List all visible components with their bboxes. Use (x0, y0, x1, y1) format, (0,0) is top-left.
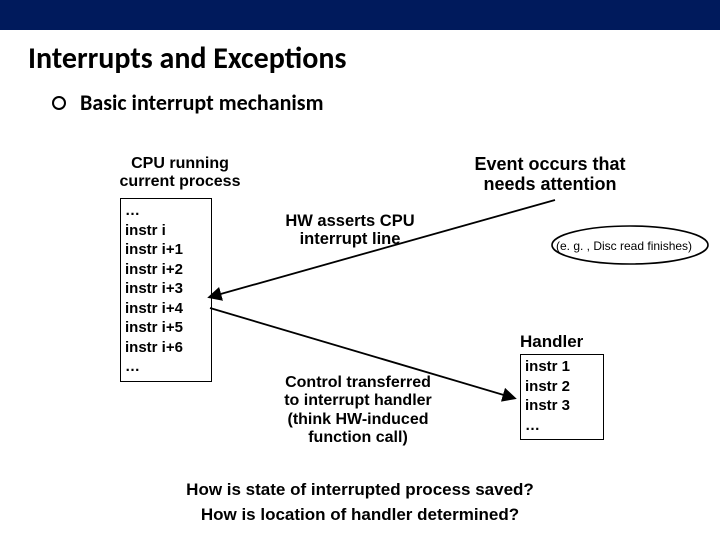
list-item: … (125, 357, 207, 377)
example-note: (e. g. , Disc read finishes) (556, 239, 720, 253)
list-item: instr i+1 (125, 240, 207, 260)
control-transferred-label: Control transferredto interrupt handler(… (248, 374, 468, 448)
slide-title: Interrupts and Exceptions (28, 40, 720, 77)
question-state: How is state of interrupted process save… (0, 480, 720, 500)
cpu-instr-box: … instr i instr i+1 instr i+2 instr i+3 … (120, 198, 212, 382)
list-item: … (525, 416, 599, 436)
list-item: instr i (125, 221, 207, 241)
question-location: How is location of handler determined? (0, 505, 720, 525)
bullet-text: Basic interrupt mechanism (80, 89, 323, 116)
diagram-arrows (0, 0, 720, 540)
list-item: instr 3 (525, 396, 599, 416)
list-item: instr i+2 (125, 260, 207, 280)
hw-asserts-label: HW asserts CPUinterrupt line (256, 212, 444, 248)
list-item: instr 1 (525, 357, 599, 377)
list-item: instr 2 (525, 377, 599, 397)
bullet-marker (52, 96, 66, 110)
list-item: instr i+6 (125, 338, 207, 358)
list-item: instr i+5 (125, 318, 207, 338)
handler-label: Handler (520, 332, 583, 352)
handler-instr-box: instr 1 instr 2 instr 3 … (520, 354, 604, 440)
list-item: instr i+4 (125, 299, 207, 319)
top-bar (0, 0, 720, 30)
list-item: instr i+3 (125, 279, 207, 299)
cpu-running-title: CPU runningcurrent process (105, 155, 255, 192)
list-item: … (125, 201, 207, 221)
bullet-row: Basic interrupt mechanism (52, 89, 720, 116)
event-title: Event occurs thatneeds attention (440, 155, 660, 195)
